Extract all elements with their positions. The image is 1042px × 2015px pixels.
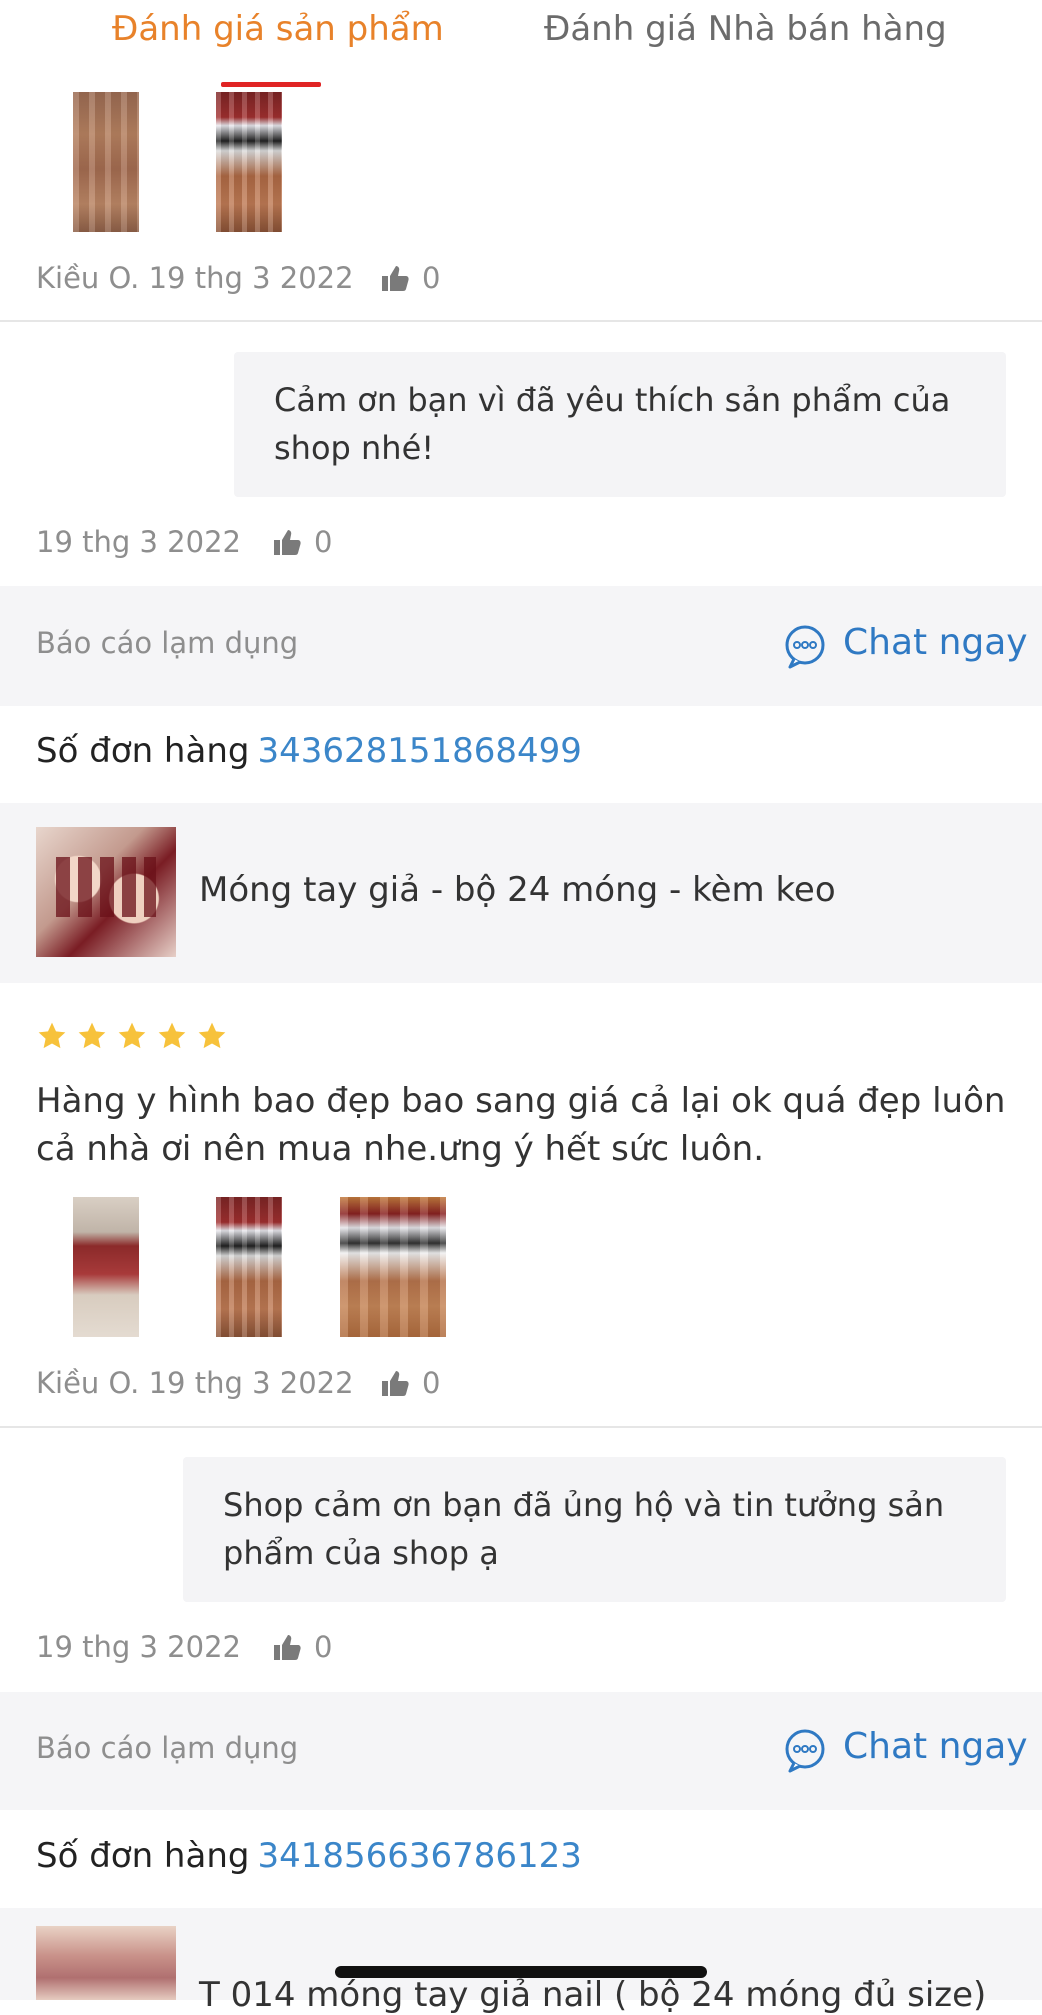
tab-product-reviews[interactable]: Đánh giá sản phẩm [112, 0, 444, 58]
report-abuse-link[interactable]: Báo cáo lạm dụng [36, 626, 298, 660]
review-photo[interactable] [73, 92, 139, 232]
order-number-label: Số đơn hàng [36, 1836, 250, 1876]
active-tab-indicator [221, 82, 321, 87]
order-number-link[interactable]: 343628151868499 [257, 731, 581, 771]
reply-date: 19 thg 3 2022 [36, 1630, 241, 1664]
tab-seller-reviews[interactable]: Đánh giá Nhà bán hàng [544, 0, 947, 58]
product-thumbnail[interactable] [36, 827, 176, 957]
thumbs-up-icon [274, 1635, 301, 1660]
like-button[interactable]: 0 [380, 1363, 460, 1403]
thumbs-up-icon [274, 530, 301, 555]
order-number-label: Số đơn hàng [36, 731, 250, 771]
like-button[interactable]: 0 [272, 1627, 352, 1667]
review-photo[interactable] [216, 92, 282, 232]
order-number-row: Số đơn hàng 341856636786123 [36, 1836, 582, 1876]
product-title[interactable]: T 014 móng tay giả nail ( bộ 24 móng đủ … [199, 1975, 986, 2015]
seller-reply-text: Shop cảm ơn bạn đã ủng hộ và tin tưởng s… [223, 1486, 945, 1572]
chat-now-button[interactable]: Chat ngay [843, 622, 1028, 663]
like-button[interactable]: 0 [380, 258, 460, 298]
seller-reply-text: Cảm ơn bạn vì đã yêu thích sản phẩm của … [274, 381, 951, 467]
reply-date: 19 thg 3 2022 [36, 525, 241, 559]
review-photo[interactable] [340, 1197, 446, 1337]
divider [0, 320, 1042, 322]
star-icon [118, 1022, 146, 1049]
like-count: 0 [314, 1630, 333, 1664]
chat-bubble-icon[interactable] [782, 624, 828, 670]
report-abuse-link[interactable]: Báo cáo lạm dụng [36, 1731, 298, 1765]
like-count: 0 [314, 525, 333, 559]
order-number-link[interactable]: 341856636786123 [257, 1836, 581, 1876]
seller-reply: Cảm ơn bạn vì đã yêu thích sản phẩm của … [234, 352, 1006, 497]
home-indicator[interactable] [335, 1966, 707, 1978]
review-author-date: Kiều O. 19 thg 3 2022 [36, 261, 354, 295]
like-count: 0 [422, 261, 441, 295]
review-photo[interactable] [73, 1197, 139, 1337]
thumbs-up-icon [382, 266, 409, 291]
like-button[interactable]: 0 [272, 522, 352, 562]
thumbs-up-icon [382, 1371, 409, 1396]
chat-now-button[interactable]: Chat ngay [843, 1726, 1028, 1767]
star-icon [78, 1022, 106, 1049]
review-text: Hàng y hình bao đẹp bao sang giá cả lại … [36, 1081, 1006, 1169]
star-icon [158, 1022, 186, 1049]
review-author-date: Kiều O. 19 thg 3 2022 [36, 1366, 354, 1400]
seller-reply: Shop cảm ơn bạn đã ủng hộ và tin tưởng s… [183, 1457, 1006, 1602]
star-icon [198, 1022, 226, 1049]
product-thumbnail[interactable] [36, 1926, 176, 2000]
star-icon [38, 1022, 66, 1049]
divider [0, 1426, 1042, 1428]
order-number-row: Số đơn hàng 343628151868499 [36, 731, 582, 771]
product-title[interactable]: Móng tay giả - bộ 24 móng - kèm keo [199, 870, 836, 910]
review-photo[interactable] [216, 1197, 282, 1337]
chat-bubble-icon[interactable] [782, 1728, 828, 1774]
like-count: 0 [422, 1366, 441, 1400]
